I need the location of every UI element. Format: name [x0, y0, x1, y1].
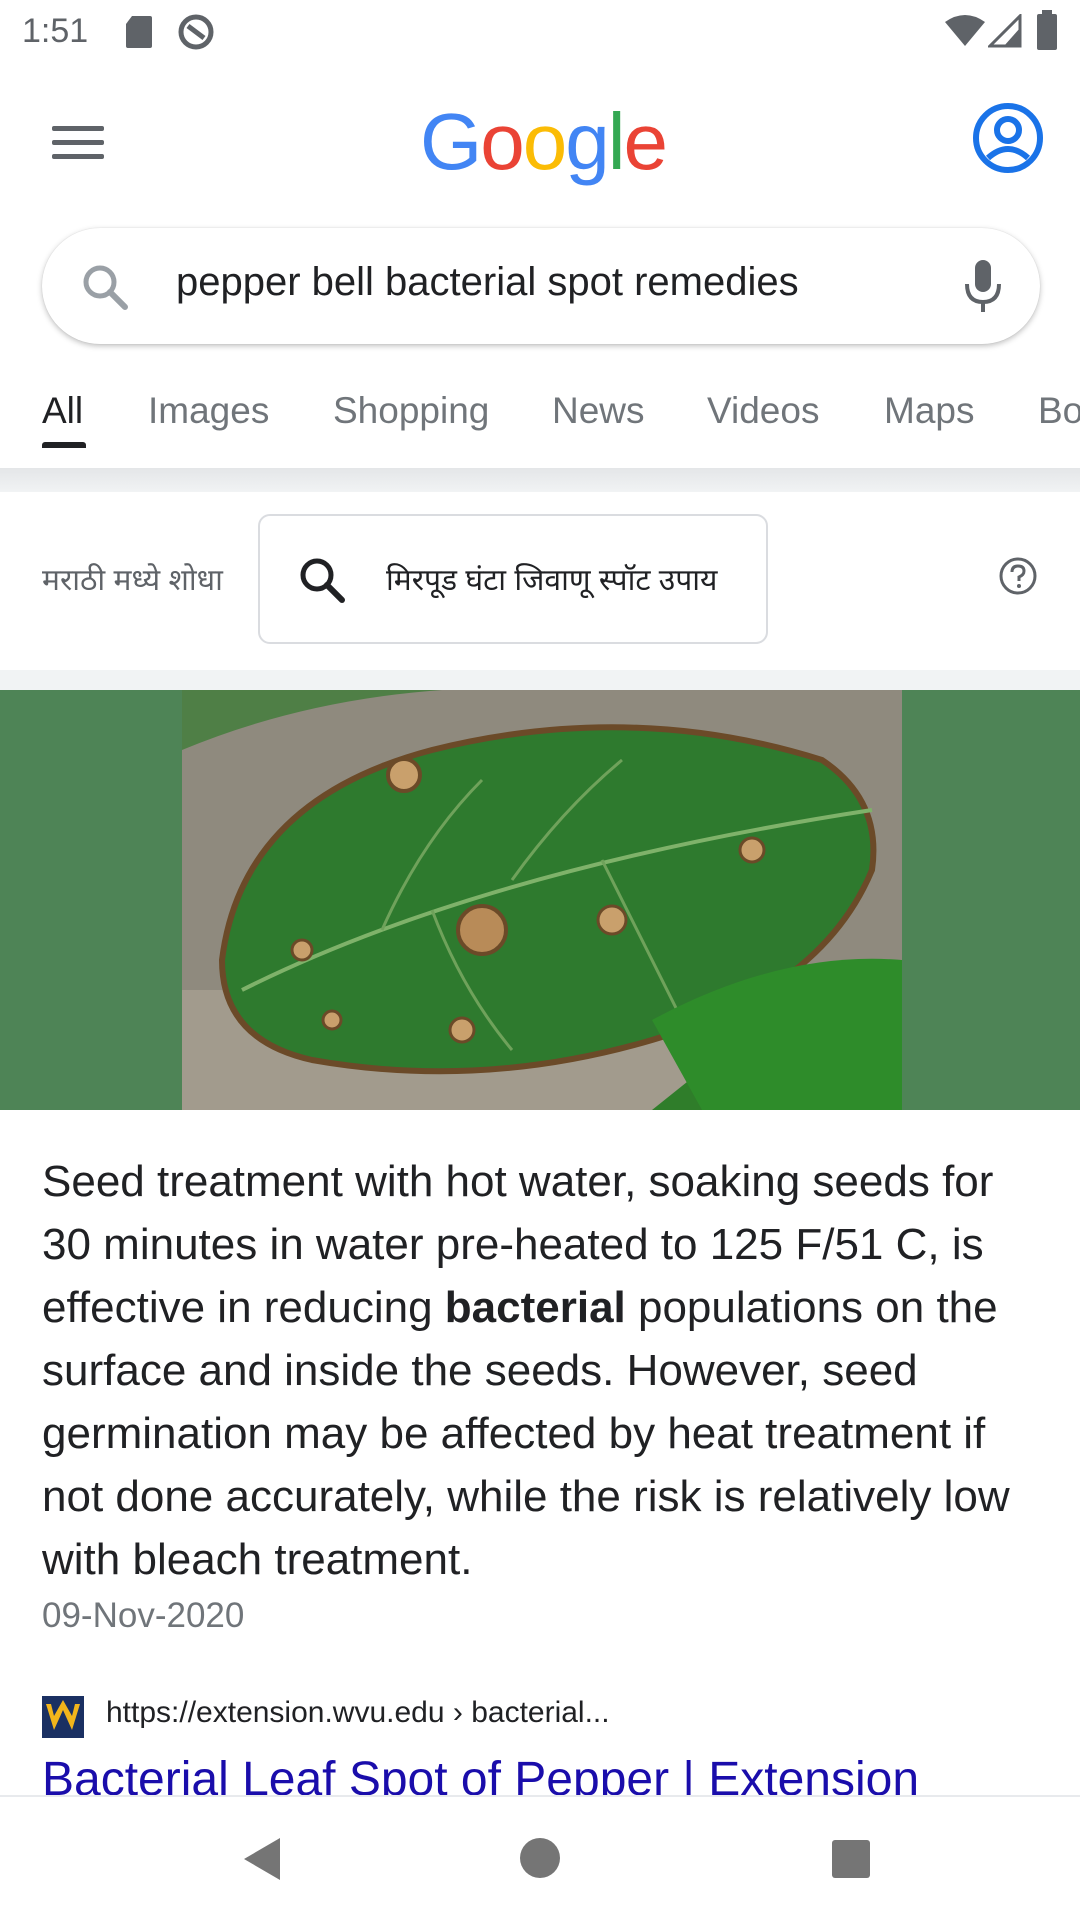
snippet-date: 09-Nov-2020	[42, 1596, 245, 1635]
logo-letter-g2: g	[565, 97, 609, 186]
tab-books[interactable]: Bo	[1038, 390, 1080, 432]
search-tabs: All Images Shopping News Videos Maps Bo	[0, 378, 1080, 470]
logo-letter-g: G	[420, 97, 482, 186]
tab-videos[interactable]: Videos	[707, 390, 819, 432]
signal-icon	[988, 14, 1022, 48]
tab-images[interactable]: Images	[148, 390, 269, 432]
snippet-bold-term: bacterial	[444, 1283, 626, 1332]
logo-letter-l: l	[607, 97, 626, 186]
translated-query[interactable]: मिरपूड घंटा जिवाणू स्पॉट उपाय	[386, 558, 717, 599]
tab-active-indicator	[42, 442, 86, 448]
sync-icon	[178, 14, 214, 50]
logo-letter-e: e	[623, 97, 668, 186]
wvu-favicon	[42, 1696, 84, 1738]
status-time: 1:51	[22, 12, 89, 50]
back-icon[interactable]	[242, 1836, 282, 1882]
search-icon	[300, 558, 345, 603]
status-bar: 1:51	[0, 0, 1080, 66]
result-url[interactable]: https://extension.wvu.edu › bacterial...	[106, 1696, 610, 1730]
featured-image[interactable]	[0, 690, 1080, 1110]
divider	[0, 468, 1080, 492]
divider	[0, 670, 1080, 690]
menu-icon[interactable]	[52, 126, 104, 160]
google-logo[interactable]: Google	[420, 96, 668, 188]
account-icon[interactable]	[972, 102, 1044, 174]
logo-letter-o2: o	[522, 97, 567, 186]
logo-letter-o1: o	[480, 97, 524, 186]
search-input[interactable]: pepper bell bacterial spot remedies	[176, 260, 799, 305]
help-icon[interactable]	[998, 556, 1038, 596]
home-icon[interactable]	[520, 1838, 560, 1878]
mic-icon[interactable]	[962, 258, 1004, 314]
translate-label: मराठी मध्ये शोधा	[42, 564, 223, 597]
tab-maps[interactable]: Maps	[884, 390, 974, 432]
featured-snippet-text: Seed treatment with hot water, soaking s…	[42, 1150, 1042, 1591]
tab-news[interactable]: News	[552, 390, 645, 432]
wifi-icon	[945, 15, 985, 46]
battery-icon	[1037, 10, 1057, 50]
recents-icon[interactable]	[832, 1840, 870, 1878]
tab-all[interactable]: All	[42, 390, 83, 432]
leaf-image[interactable]	[182, 690, 902, 1110]
tab-shopping[interactable]: Shopping	[333, 390, 489, 432]
sd-card-icon	[126, 16, 152, 48]
search-icon	[83, 265, 128, 310]
